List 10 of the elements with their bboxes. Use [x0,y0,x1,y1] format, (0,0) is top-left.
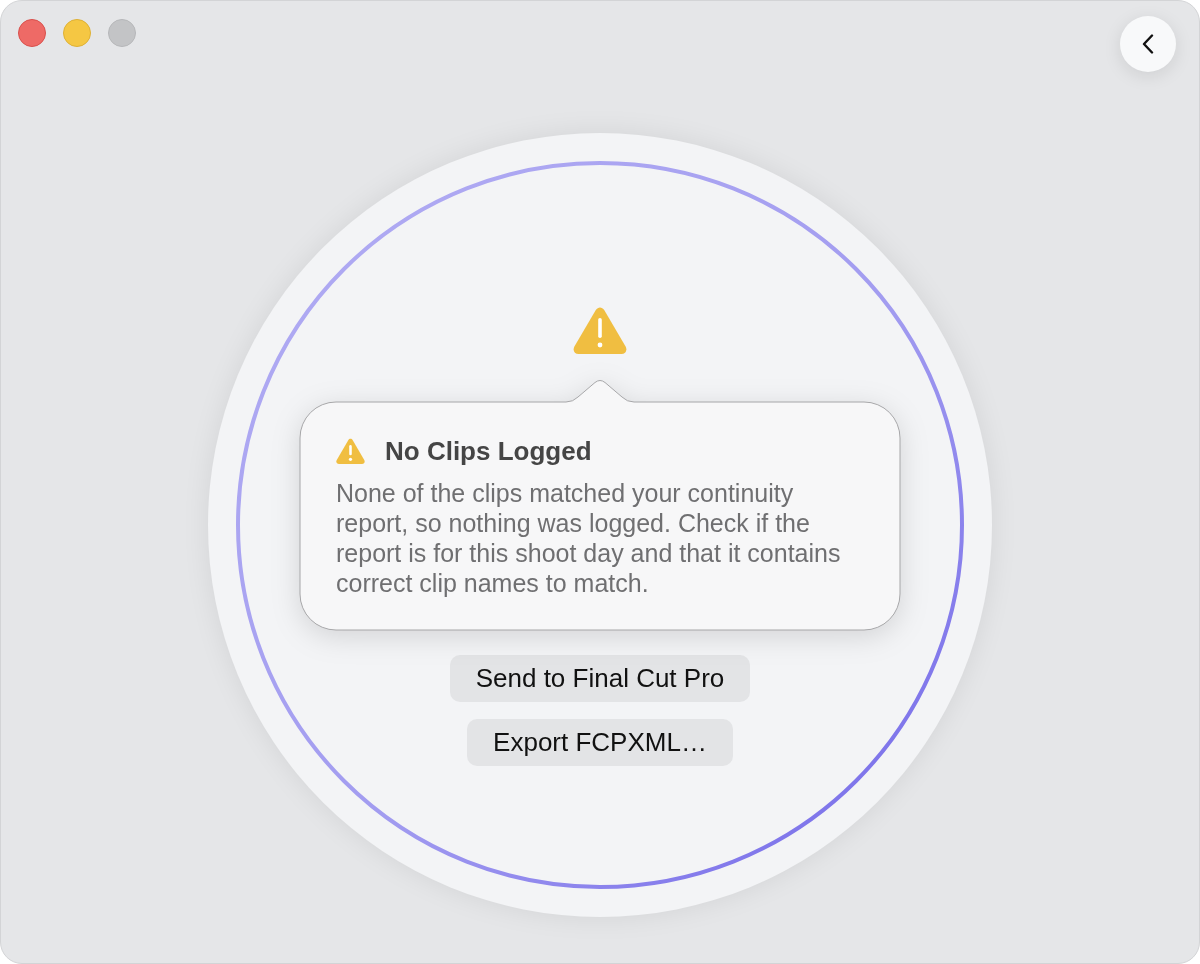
warning-icon [573,306,627,354]
back-button[interactable] [1120,16,1176,72]
close-button[interactable] [18,19,46,47]
minimize-button[interactable] [63,19,91,47]
popover-message: None of the clips matched your continuity report, so nothing was logged. Check if the report is for this shoot day and that it contains correct clip names to match. [336,478,842,598]
action-button[interactable]: Send to Final Cut Pro [449,655,751,702]
popover-title: No Clips Logged [385,435,592,467]
action-button[interactable]: Export FCPXML… [467,719,733,766]
warning-icon [336,438,365,464]
chevron-left-icon [1142,34,1154,54]
